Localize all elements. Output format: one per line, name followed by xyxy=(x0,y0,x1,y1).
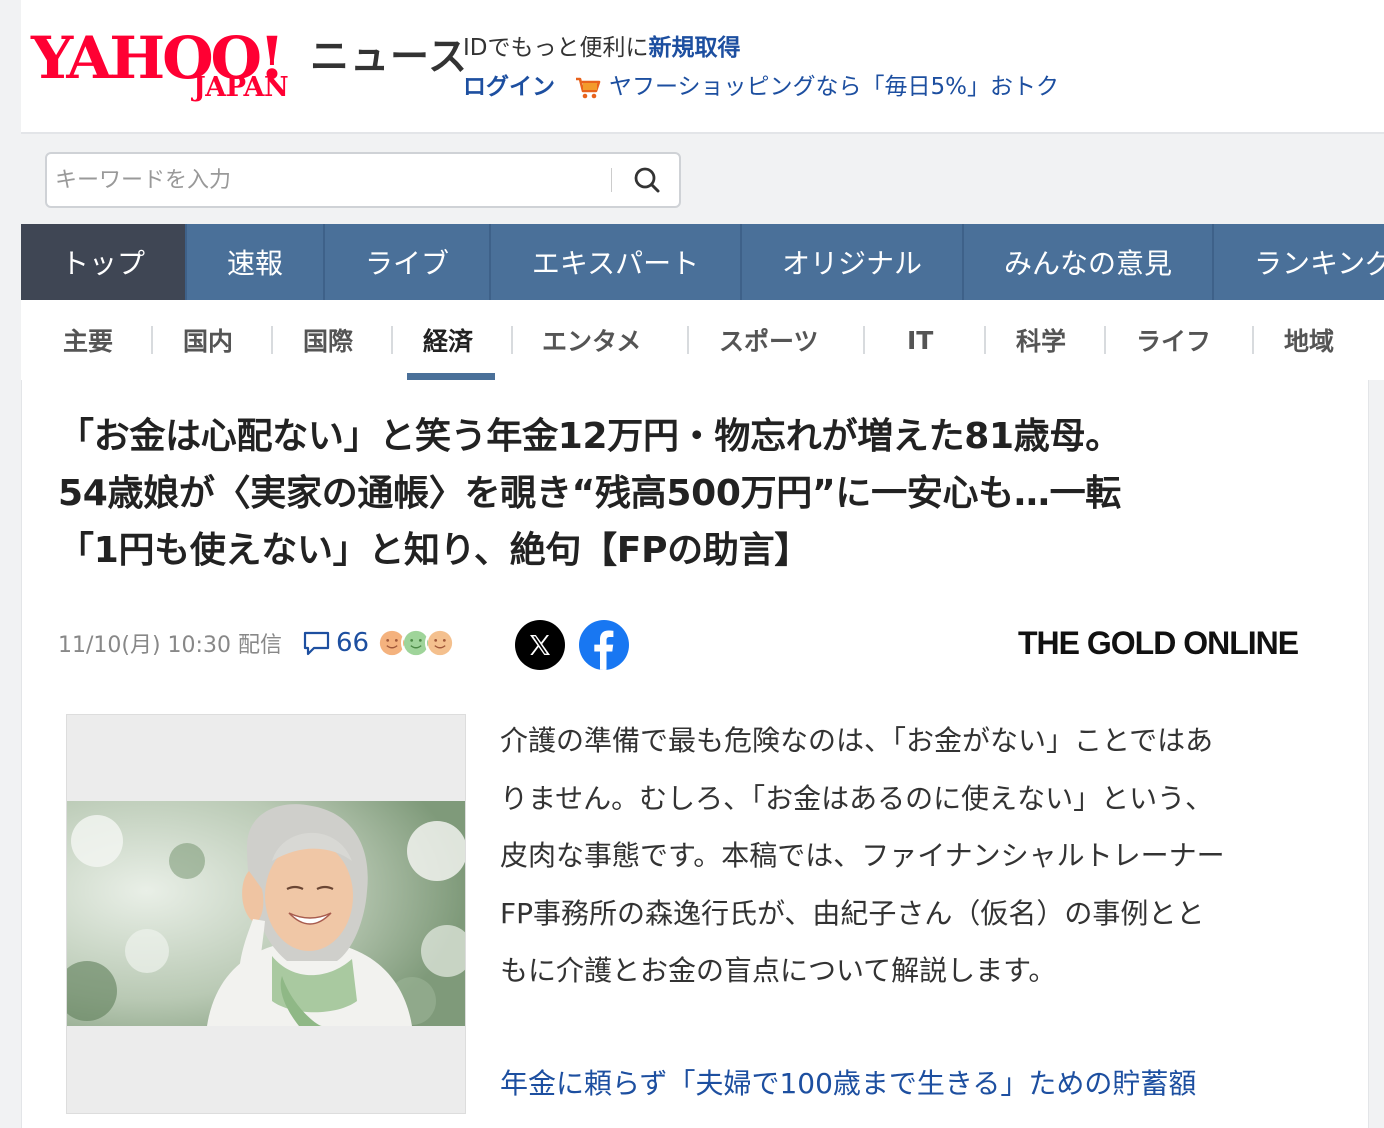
article-title-line: 54歳娘が〈実家の通帳〉を覗き“残高500万円”に一安心も…一転 xyxy=(58,473,1121,514)
smile-face-icon xyxy=(425,628,456,658)
signup-link[interactable]: 新規取得 xyxy=(649,35,741,61)
main-nav-opinions[interactable]: みんなの意見 xyxy=(964,224,1214,300)
category-main[interactable]: 主要 xyxy=(63,300,113,380)
page: YAHOO! JAPAN ニュース IDでもっと便利に新規取得 ログイン ヤフー… xyxy=(0,0,1384,1128)
publisher-logo[interactable]: THE GOLD ONLINE xyxy=(1018,621,1299,665)
category-sports[interactable]: スポーツ xyxy=(719,300,819,380)
share-x-button[interactable] xyxy=(515,620,565,670)
header-promo: IDでもっと便利に新規取得 ログイン ヤフーショッピングなら「毎日5%」おトク xyxy=(463,30,1059,106)
service-name[interactable]: ニュース xyxy=(310,34,468,82)
category-it[interactable]: IT xyxy=(907,300,933,380)
category-divider xyxy=(1104,326,1106,354)
article-title: 「お金は心配ない」と笑う年金12万円・物忘れが増えた81歳母。 54歳娘が〈実家… xyxy=(58,408,1338,579)
article-meta: 11/10(月) 10:30 配信 66 xyxy=(58,618,456,668)
article-card: 「お金は心配ない」と笑う年金12万円・物忘れが増えた81歳母。 54歳娘が〈実家… xyxy=(21,380,1369,1128)
login-link[interactable]: ログイン xyxy=(463,69,555,105)
masthead: YAHOO! JAPAN ニュース IDでもっと便利に新規取得 ログイン ヤフー… xyxy=(21,0,1384,134)
category-life[interactable]: ライフ xyxy=(1136,300,1211,380)
shopping-cart-icon xyxy=(575,75,601,99)
main-nav-top[interactable]: トップ xyxy=(21,224,187,300)
x-logo-icon xyxy=(530,635,550,655)
facebook-icon xyxy=(594,630,614,670)
comment-icon xyxy=(303,631,330,656)
article-lead: 介護の準備で最も危険なのは、「お金がない」ことではあ りません。むしろ、「お金は… xyxy=(500,712,1350,1000)
reaction-faces[interactable] xyxy=(377,628,456,658)
id-promo-text: IDでもっと便利に xyxy=(463,35,649,61)
shopping-promo-link[interactable]: ヤフーショッピングなら「毎日5%」おトク xyxy=(609,69,1059,105)
search-icon xyxy=(634,167,660,193)
category-divider xyxy=(1252,326,1254,354)
category-science[interactable]: 科学 xyxy=(1016,300,1066,380)
lead-line: りません。むしろ、「お金はあるのに使えない」という、 xyxy=(500,781,1214,815)
publish-date: 11/10(月) 10:30 配信 xyxy=(58,633,282,658)
article-title-line: 「1円も使えない」と知り、絶句【FPの助言】 xyxy=(58,530,810,571)
share-facebook-button[interactable] xyxy=(579,620,629,670)
main-nav: トップ 速報 ライブ エキスパート オリジナル みんなの意見 ランキング xyxy=(21,224,1384,300)
id-promo-line: IDでもっと便利に新規取得 xyxy=(463,30,1059,68)
active-category-indicator xyxy=(407,373,495,380)
article-title-line: 「お金は心配ない」と笑う年金12万円・物忘れが増えた81歳母。 xyxy=(58,416,1121,457)
lead-line: FP事務所の森逸行氏が、由紀子さん（仮名）の事例とと xyxy=(500,896,1205,930)
category-divider xyxy=(984,326,986,354)
category-divider xyxy=(687,326,689,354)
category-divider xyxy=(511,326,513,354)
category-divider xyxy=(151,326,153,354)
lead-line: 皮肉な事態です。本稿では、ファイナンシャルトレーナー xyxy=(500,839,1225,872)
related-article-link[interactable]: 年金に頼らず「夫婦で100歳まで生きる」ための貯蓄額 xyxy=(500,1056,1196,1112)
main-nav-original[interactable]: オリジナル xyxy=(742,224,964,300)
category-divider xyxy=(391,326,393,354)
comments-link[interactable]: 66 xyxy=(302,628,369,658)
photo-elderly-woman xyxy=(67,801,465,1026)
comment-count: 66 xyxy=(335,628,370,658)
main-nav-live[interactable]: ライブ xyxy=(325,224,491,300)
main-nav-expert[interactable]: エキスパート xyxy=(491,224,742,300)
login-promo-line: ログイン ヤフーショッピングなら「毎日5%」おトク xyxy=(463,68,1059,106)
category-nav: 主要 国内 国際 経済 エンタメ スポーツ IT 科学 ライフ 地域 xyxy=(21,300,1384,380)
category-local[interactable]: 地域 xyxy=(1284,300,1334,380)
main-nav-ranking[interactable]: ランキング xyxy=(1214,224,1384,300)
category-world[interactable]: 国際 xyxy=(303,300,353,380)
lead-line: もに介護とお金の盲点について解説します。 xyxy=(500,954,1057,987)
category-divider xyxy=(271,326,273,354)
logo-japan-text: JAPAN xyxy=(193,72,289,103)
yahoo-japan-logo[interactable]: YAHOO! JAPAN xyxy=(31,28,306,104)
article-image[interactable] xyxy=(66,714,466,1114)
main-nav-breaking[interactable]: 速報 xyxy=(187,224,325,300)
category-economy[interactable]: 経済 xyxy=(423,300,473,380)
search-input[interactable] xyxy=(55,160,595,200)
category-domestic[interactable]: 国内 xyxy=(183,300,233,380)
search-box xyxy=(45,152,681,208)
category-entertainment[interactable]: エンタメ xyxy=(542,300,641,380)
search-divider xyxy=(611,168,612,192)
search-button[interactable] xyxy=(621,158,673,202)
lead-line: 介護の準備で最も危険なのは、「お金がない」ことではあ xyxy=(500,724,1214,757)
category-divider xyxy=(863,326,865,354)
